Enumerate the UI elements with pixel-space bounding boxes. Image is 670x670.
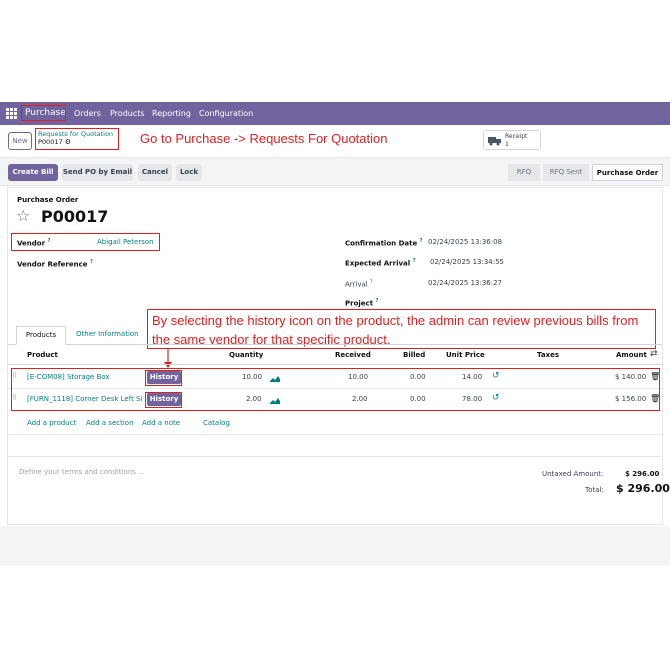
doc-type-label: Purchase Order (17, 196, 79, 204)
page-background-bottom (0, 526, 670, 566)
highlight-breadcrumb (35, 128, 119, 150)
confirmation-date-text: Confirmation Date (345, 239, 418, 248)
expected-arrival-text: Expected Arrival (345, 259, 411, 268)
help-mark[interactable]: ? (413, 258, 416, 264)
arrival-label: Arrival ? (345, 279, 373, 288)
help-mark[interactable]: ? (370, 279, 373, 285)
arrival-value[interactable]: 02/24/2025 13:36:27 (428, 279, 502, 287)
annotation-arrow (164, 349, 172, 368)
total-value: $ 296.00 (616, 482, 670, 495)
untaxed-value: $ 296.00 (625, 470, 660, 478)
receipt-count: 1 (505, 141, 509, 148)
confirmation-date-label: Confirmation Date ? (345, 238, 423, 247)
terms-divider (8, 456, 662, 457)
annotation-top: Go to Purchase -> Requests For Quotation (140, 131, 388, 146)
col-received[interactable]: Received (335, 351, 371, 359)
col-taxes[interactable]: Taxes (537, 351, 559, 359)
send-po-button[interactable]: Send PO by Email (62, 164, 133, 181)
confirmation-date-value[interactable]: 02/24/2025 13:36:08 (428, 238, 502, 246)
star-icon[interactable]: ☆ (16, 206, 30, 225)
terms-input[interactable]: Define your terms and conditions ... (19, 468, 145, 476)
vendor-reference-label: Vendor Reference ? (17, 259, 93, 268)
app-menu-icon[interactable] (6, 108, 17, 119)
header-divider (8, 364, 662, 365)
highlight-order-lines (11, 368, 660, 411)
add-note-link[interactable]: Add a note (142, 419, 180, 427)
tab-products[interactable]: Products (16, 326, 66, 345)
highlight-history-1 (145, 370, 182, 386)
nav-products[interactable]: Products (110, 102, 145, 125)
new-button[interactable]: New (8, 132, 32, 150)
annotation-line-1: By selecting the history icon on the pro… (152, 313, 639, 328)
nav-reporting[interactable]: Reporting (152, 102, 191, 125)
lines-divider (8, 434, 662, 435)
stage-rfq[interactable]: RFQ (508, 164, 540, 181)
nav-orders[interactable]: Orders (74, 102, 101, 125)
vendor-reference-text: Vendor Reference (17, 260, 88, 269)
help-mark[interactable]: ? (90, 259, 93, 265)
help-mark[interactable]: ? (375, 298, 378, 304)
truck-icon (488, 137, 501, 146)
tab-other-information[interactable]: Other Information (76, 330, 139, 338)
catalog-link[interactable]: Catalog (203, 419, 230, 427)
receipt-smart-button[interactable]: Receipt 1 (483, 130, 541, 150)
nav-configuration[interactable]: Configuration (199, 102, 253, 125)
top-navbar: Purchase Orders Products Reporting Confi… (0, 102, 670, 125)
optional-columns-icon[interactable]: ⇄ (650, 349, 658, 359)
cancel-button[interactable]: Cancel (138, 164, 172, 181)
col-product[interactable]: Product (27, 351, 58, 359)
expected-arrival-value[interactable]: 02/24/2025 13:34:55 (430, 258, 504, 266)
highlight-history-2 (145, 392, 182, 408)
tabs-divider (8, 344, 662, 345)
annotation-box: By selecting the history icon on the pro… (147, 309, 656, 349)
lock-button[interactable]: Lock (176, 164, 202, 181)
col-amount[interactable]: Amount (616, 351, 647, 359)
add-product-link[interactable]: Add a product (27, 419, 76, 427)
order-number: P00017 (41, 207, 109, 226)
total-label: Total: (585, 486, 604, 494)
stage-purchase-order[interactable]: Purchase Order (592, 164, 663, 181)
highlight-vendor (11, 233, 160, 251)
project-label-text: Project (345, 299, 374, 308)
col-quantity[interactable]: Quantity (229, 351, 263, 359)
col-billed[interactable]: Billed (403, 351, 425, 359)
project-label: Project ? (345, 298, 378, 307)
help-mark[interactable]: ? (420, 238, 423, 244)
stage-rfq-sent[interactable]: RFQ Sent (543, 164, 589, 181)
receipt-label: Receipt (505, 133, 528, 140)
add-section-link[interactable]: Add a section (86, 419, 134, 427)
col-unit-price[interactable]: Unit Price (446, 351, 485, 359)
arrival-label-text: Arrival (345, 280, 368, 289)
untaxed-label: Untaxed Amount: (542, 470, 604, 478)
expected-arrival-label: Expected Arrival ? (345, 258, 416, 267)
highlight-purchase-menu (21, 105, 66, 121)
create-bill-button[interactable]: Create Bill (8, 164, 58, 181)
